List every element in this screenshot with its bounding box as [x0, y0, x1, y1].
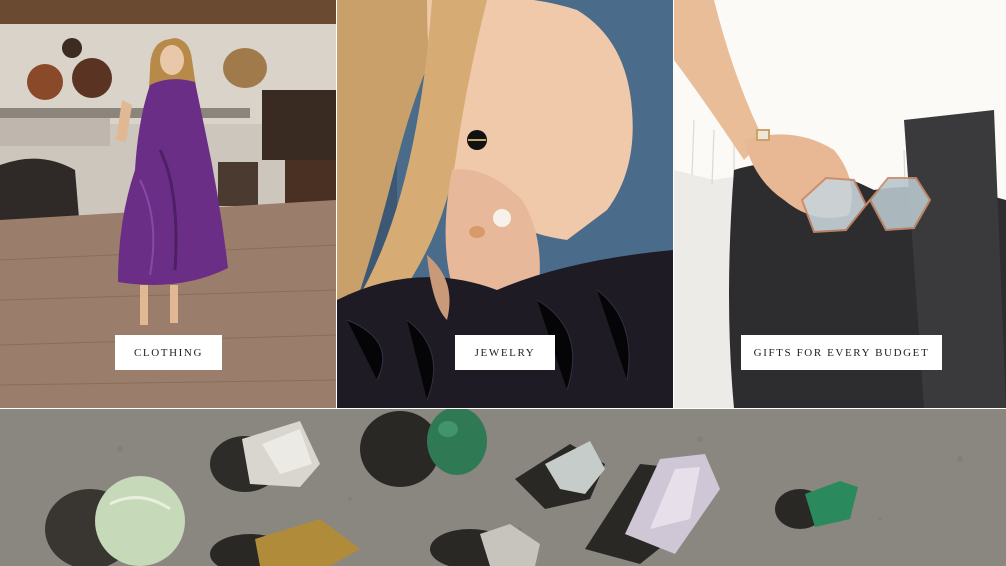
- clothing-category-button[interactable]: CLOTHING: [115, 335, 222, 370]
- jewelry-category-button[interactable]: JEWELRY: [455, 335, 555, 370]
- crystals-banner: [0, 409, 1006, 566]
- crystals-photo: [0, 409, 1006, 566]
- gifts-category-button[interactable]: GIFTS FOR EVERY BUDGET: [741, 335, 942, 370]
